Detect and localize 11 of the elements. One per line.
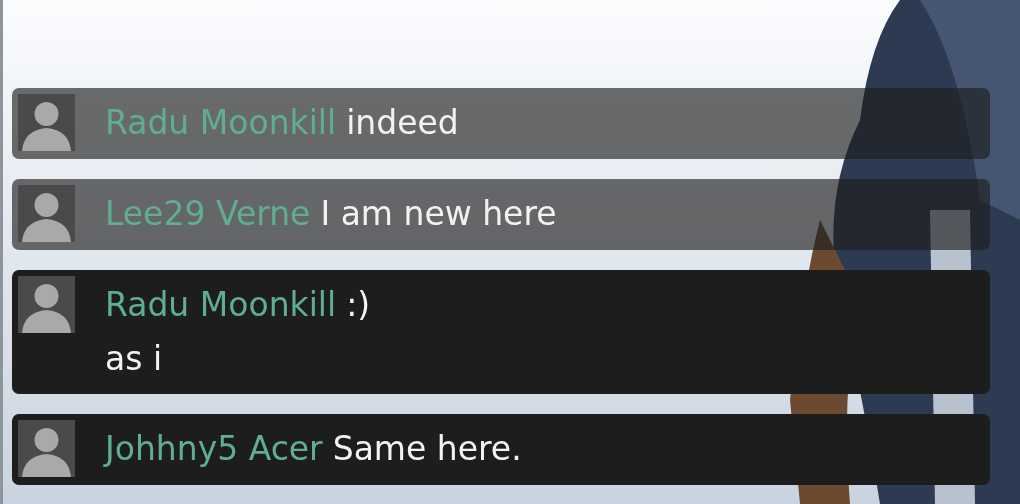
avatar-icon [18, 185, 75, 242]
sender-name[interactable]: Johhny5 Acer [105, 422, 323, 476]
avatar-icon [18, 94, 75, 151]
message-text: as i [105, 338, 163, 380]
message-text: indeed [346, 102, 459, 144]
avatar-icon [18, 276, 75, 333]
sender-name[interactable]: Radu Moonkill [105, 278, 337, 332]
message-text: Same here. [332, 428, 522, 470]
avatar-icon [18, 420, 75, 477]
message-text: I am new here [320, 193, 557, 235]
message-text: :) [346, 284, 371, 326]
